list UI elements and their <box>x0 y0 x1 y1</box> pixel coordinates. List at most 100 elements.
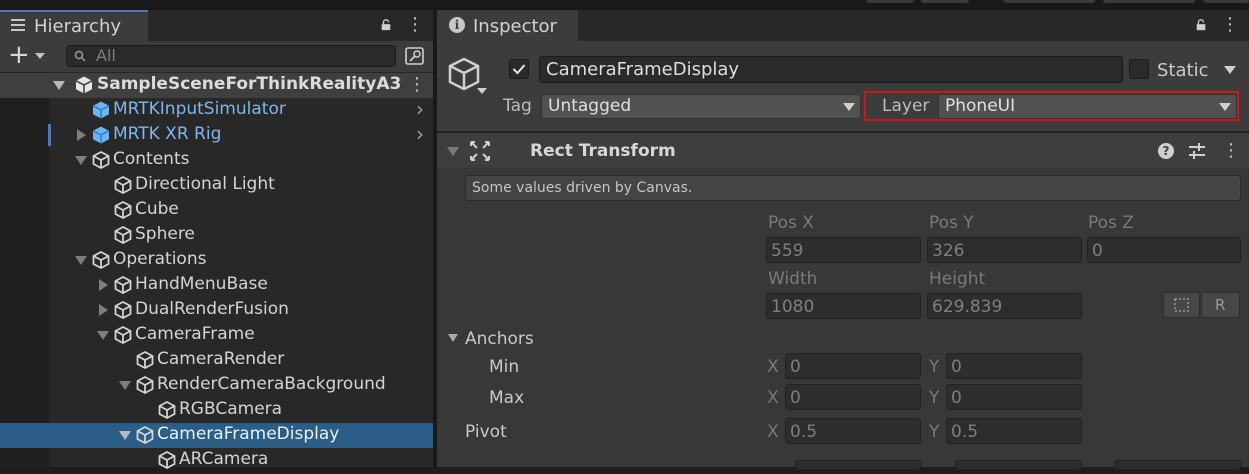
hierarchy-row[interactable]: Operations <box>0 248 433 273</box>
gameobject-cube-icon <box>113 175 133 195</box>
min-y-label: Y <box>929 357 940 377</box>
hierarchy-row-label: Cube <box>135 199 179 219</box>
max-y-field[interactable] <box>946 384 1082 410</box>
static-dropdown-icon[interactable] <box>1224 66 1236 74</box>
raw-edit-label: R <box>1215 296 1226 314</box>
expand-arrow-icon[interactable] <box>119 381 131 390</box>
static-checkbox[interactable] <box>1129 59 1149 79</box>
collapse-arrow-icon[interactable] <box>77 129 86 141</box>
pos-z-label: Pos Z <box>1088 213 1134 233</box>
expand-arrow-icon[interactable] <box>97 331 109 340</box>
toolbar-button-stub[interactable] <box>921 0 969 3</box>
pos-x-label: Pos X <box>768 213 814 233</box>
anchors-foldout-icon[interactable] <box>448 334 458 342</box>
expand-arrow-icon[interactable] <box>119 431 131 440</box>
expand-arrow-icon[interactable] <box>75 256 87 265</box>
lock-icon[interactable] <box>380 19 392 31</box>
search-scene-icon[interactable] <box>403 45 427 67</box>
search-placeholder: All <box>96 46 116 65</box>
icon-dropdown-icon[interactable] <box>477 88 487 94</box>
hierarchy-row[interactable]: ARCamera <box>0 448 433 473</box>
hierarchy-row[interactable]: CameraRender <box>0 348 433 373</box>
scene-row[interactable]: SampleSceneForThinkRealityA3* ⋮ <box>0 73 433 98</box>
lock-icon[interactable] <box>1195 19 1207 31</box>
gameobject-cube-icon <box>113 200 133 220</box>
anchors-label[interactable]: Anchors <box>465 329 534 349</box>
pos-z-value: 0 <box>1092 241 1103 261</box>
hierarchy-row[interactable]: MRTK XR Rig › <box>0 122 433 148</box>
chevron-down-icon <box>843 103 855 111</box>
checkmark-icon <box>512 64 526 75</box>
hierarchy-row-label: MRTK XR Rig <box>113 124 222 144</box>
toolbar-button-stub[interactable] <box>1203 0 1249 3</box>
hierarchy-row[interactable]: MRTKInputSimulator › <box>0 97 433 123</box>
static-label: Static <box>1157 60 1209 81</box>
inspector-menu-icon[interactable]: ⋮ <box>1221 16 1239 34</box>
min-x-value: 0 <box>790 357 801 377</box>
collapse-arrow-icon[interactable] <box>99 279 108 291</box>
hierarchy-row[interactable]: RGBCamera <box>0 398 433 423</box>
max-x-field[interactable] <box>785 384 921 410</box>
hierarchy-row[interactable]: Sphere <box>0 223 433 248</box>
raw-edit-button[interactable]: R <box>1201 292 1240 318</box>
hierarchy-menu-icon[interactable]: ⋮ <box>406 16 424 34</box>
gameobject-cube-icon <box>91 250 111 270</box>
help-icon[interactable]: ? <box>1158 143 1174 159</box>
chevron-right-icon[interactable]: › <box>416 97 424 121</box>
search-icon <box>74 50 86 62</box>
pos-x-value: 559 <box>771 241 804 261</box>
hierarchy-row[interactable]: CameraFrame <box>0 323 433 348</box>
rect-transform-icon <box>470 141 490 161</box>
add-dropdown-icon[interactable] <box>35 53 45 59</box>
collapse-arrow-icon[interactable] <box>99 304 108 316</box>
expand-arrow-icon[interactable] <box>53 81 65 90</box>
pos-z-field[interactable] <box>1087 237 1241 263</box>
hierarchy-row[interactable]: Contents <box>0 148 433 173</box>
anchor-min-label: Min <box>489 357 520 377</box>
min-y-field[interactable] <box>946 353 1082 379</box>
toolbar-button-stub[interactable] <box>1103 0 1195 3</box>
hierarchy-row-label: HandMenuBase <box>135 274 268 294</box>
foldout-icon[interactable] <box>447 147 459 156</box>
presets-icon[interactable] <box>1187 141 1207 161</box>
blueprint-mode-button[interactable] <box>1163 292 1200 318</box>
max-y-value: 0 <box>951 388 962 408</box>
gameobject-icon[interactable] <box>446 56 482 92</box>
hierarchy-row[interactable]: Cube <box>0 198 433 223</box>
toolbar-button-stub[interactable] <box>1003 0 1095 3</box>
pivot-y-label: Y <box>929 422 940 442</box>
hierarchy-row[interactable]: RenderCameraBackground <box>0 373 433 398</box>
add-button[interactable]: + <box>8 40 30 70</box>
hierarchy-row-label: ARCamera <box>179 449 269 469</box>
hierarchy-row-label: Operations <box>113 249 207 269</box>
hierarchy-row[interactable]: DualRenderFusion <box>0 298 433 323</box>
prefab-cube-icon <box>91 125 111 145</box>
gameobject-cube-icon <box>113 325 133 345</box>
width-label: Width <box>768 269 818 289</box>
hierarchy-row[interactable]: CameraFrameDisplay <box>0 423 433 448</box>
expand-arrow-icon[interactable] <box>75 156 87 165</box>
gameobject-cube-icon <box>113 275 133 295</box>
min-x-field[interactable] <box>785 353 921 379</box>
hierarchy-row-label: Contents <box>113 149 190 169</box>
rotation-field[interactable] <box>955 460 1082 470</box>
height-label: Height <box>929 269 986 289</box>
hierarchy-row[interactable]: HandMenuBase <box>0 273 433 298</box>
rotation-field[interactable] <box>795 460 921 470</box>
toolbar-button-stub[interactable] <box>866 0 914 3</box>
component-menu-icon[interactable]: ⋮ <box>1222 142 1240 160</box>
hierarchy-list-icon <box>11 19 27 31</box>
layer-value: PhoneUI <box>945 96 1016 116</box>
scene-menu-icon[interactable]: ⋮ <box>408 76 426 94</box>
gameobject-cube-icon <box>135 350 155 370</box>
layer-label: Layer <box>882 96 930 116</box>
gameobject-cube-icon <box>113 300 133 320</box>
active-checkbox[interactable] <box>509 59 529 79</box>
rotation-field[interactable] <box>1114 460 1241 470</box>
chevron-right-icon[interactable]: › <box>416 122 424 146</box>
top-toolbar-strip <box>0 0 1249 10</box>
max-x-label: X <box>767 388 779 408</box>
hierarchy-row[interactable]: Directional Light <box>0 173 433 198</box>
object-name-value: CameraFrameDisplay <box>546 59 740 80</box>
hierarchy-tab-label: Hierarchy <box>34 16 122 37</box>
